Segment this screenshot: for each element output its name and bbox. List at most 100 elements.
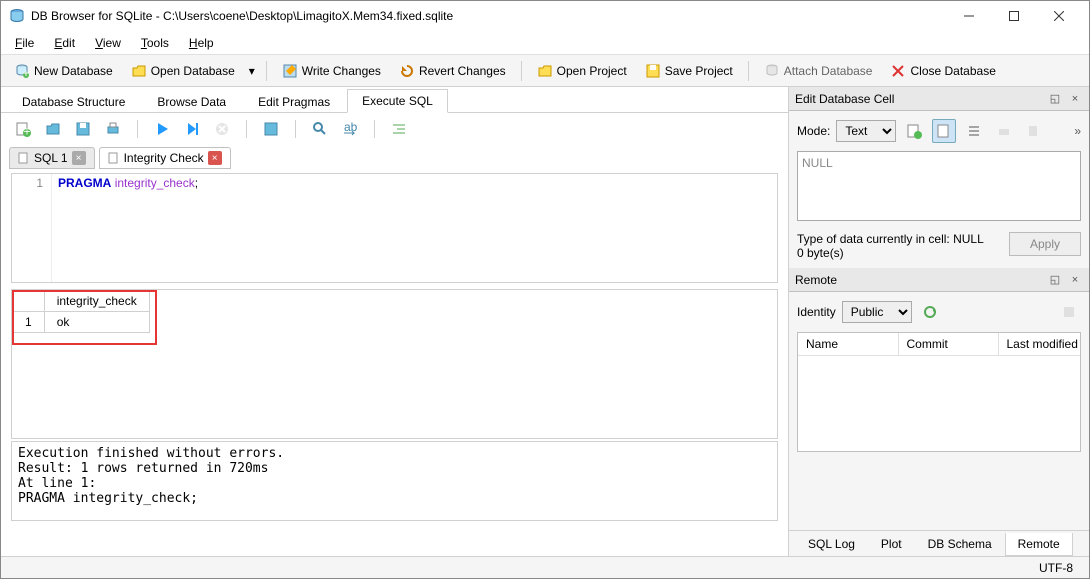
remote-title: Remote: [795, 273, 837, 287]
menu-view[interactable]: View: [85, 33, 131, 53]
execute-button[interactable]: [150, 117, 174, 141]
edit-cell-panel-header: Edit Database Cell ◱ ×: [789, 87, 1089, 111]
indent-button[interactable]: [387, 117, 411, 141]
tab-database-structure[interactable]: Database Structure: [7, 90, 140, 113]
encoding-label: UTF-8: [1039, 561, 1073, 575]
menu-file[interactable]: File: [5, 33, 44, 53]
undock-icon[interactable]: ◱: [1047, 272, 1063, 288]
result-grid[interactable]: integrity_check 1 ok: [11, 289, 778, 439]
stop-button[interactable]: [210, 117, 234, 141]
import-icon[interactable]: [902, 119, 926, 143]
attach-database-button[interactable]: Attach Database: [757, 59, 880, 83]
maximize-button[interactable]: [991, 2, 1036, 30]
new-database-button[interactable]: + New Database: [7, 59, 120, 83]
attach-database-label: Attach Database: [784, 64, 873, 78]
svg-text:ab: ab: [344, 121, 358, 134]
minimize-button[interactable]: [946, 2, 991, 30]
separator: [521, 61, 522, 81]
print-cell-icon[interactable]: [992, 119, 1016, 143]
menu-edit[interactable]: Edit: [44, 33, 85, 53]
new-sql-tab-button[interactable]: +: [11, 117, 35, 141]
mode-select[interactable]: Text: [836, 120, 896, 142]
close-tab-icon[interactable]: ×: [72, 151, 86, 165]
cell-value-textarea[interactable]: [797, 151, 1081, 221]
sql-editor[interactable]: 1 PRAGMA integrity_check;: [11, 173, 778, 283]
sql-tab-label: SQL 1: [34, 151, 68, 165]
tab-sql-log[interactable]: SQL Log: [795, 533, 868, 556]
open-database-dropdown[interactable]: ▾: [246, 64, 258, 78]
sql-tab-1[interactable]: SQL 1 ×: [9, 147, 95, 169]
save-project-button[interactable]: Save Project: [638, 59, 740, 83]
close-panel-icon[interactable]: ×: [1067, 272, 1083, 288]
tab-browse-data[interactable]: Browse Data: [142, 90, 241, 113]
title-bar: DB Browser for SQLite - C:\Users\coene\D…: [1, 1, 1089, 31]
close-tab-icon[interactable]: ×: [208, 151, 222, 165]
write-changes-button[interactable]: Write Changes: [275, 59, 388, 83]
remote-col-commit[interactable]: Commit: [898, 333, 998, 356]
apply-button[interactable]: Apply: [1009, 232, 1081, 256]
tab-plot[interactable]: Plot: [868, 533, 915, 556]
editor-gutter: 1: [12, 174, 52, 282]
tab-execute-sql[interactable]: Execute SQL: [347, 89, 448, 113]
result-cell[interactable]: ok: [44, 312, 149, 333]
sql-toolbar: + ab: [1, 113, 788, 145]
separator: [374, 120, 375, 138]
close-database-button[interactable]: Close Database: [883, 59, 1002, 83]
main-toolbar: + New Database Open Database ▾ Write Cha…: [1, 55, 1089, 87]
edit-cell-title: Edit Database Cell: [795, 92, 894, 106]
remote-col-name[interactable]: Name: [798, 333, 898, 356]
result-corner: [13, 291, 45, 312]
sql-tab-integrity[interactable]: Integrity Check ×: [99, 147, 231, 169]
file-icon: [18, 152, 30, 164]
remote-table[interactable]: Name Commit Last modified: [797, 332, 1081, 452]
svg-text:+: +: [23, 125, 30, 138]
close-button[interactable]: [1036, 2, 1081, 30]
write-changes-label: Write Changes: [302, 64, 381, 78]
close-panel-icon[interactable]: ×: [1067, 91, 1083, 107]
save-results-button[interactable]: [259, 117, 283, 141]
open-sql-button[interactable]: [41, 117, 65, 141]
new-database-label: New Database: [34, 64, 113, 78]
open-project-button[interactable]: Open Project: [530, 59, 634, 83]
find-replace-button[interactable]: ab: [338, 117, 362, 141]
more-icon[interactable]: »: [1074, 124, 1081, 138]
separator: [748, 61, 749, 81]
copy-cell-icon[interactable]: [1022, 119, 1046, 143]
revert-changes-button[interactable]: Revert Changes: [392, 59, 513, 83]
push-remote-icon[interactable]: [1057, 300, 1081, 324]
refresh-remote-icon[interactable]: [918, 300, 942, 324]
identity-label: Identity: [797, 305, 836, 319]
file-icon: [108, 152, 120, 164]
table-row[interactable]: 1 ok: [13, 312, 150, 333]
execute-line-button[interactable]: [180, 117, 204, 141]
menu-bar: File Edit View Tools Help: [1, 31, 1089, 55]
open-database-button[interactable]: Open Database: [124, 59, 242, 83]
save-project-label: Save Project: [665, 64, 733, 78]
save-project-icon: [645, 63, 661, 79]
undock-icon[interactable]: ◱: [1047, 91, 1063, 107]
editor-content[interactable]: PRAGMA integrity_check;: [52, 174, 777, 282]
result-header[interactable]: integrity_check: [44, 291, 149, 312]
identity-select[interactable]: Public: [842, 301, 912, 323]
tab-remote[interactable]: Remote: [1005, 533, 1073, 556]
export-icon[interactable]: [932, 119, 956, 143]
sql-keyword: PRAGMA: [58, 176, 111, 190]
bottom-tabs: SQL Log Plot DB Schema Remote: [789, 530, 1089, 556]
print-button[interactable]: [101, 117, 125, 141]
main-tabs: Database Structure Browse Data Edit Prag…: [1, 87, 788, 113]
menu-tools[interactable]: Tools: [131, 33, 179, 53]
save-sql-button[interactable]: [71, 117, 95, 141]
separator: [246, 120, 247, 138]
null-icon[interactable]: [962, 119, 986, 143]
menu-help[interactable]: Help: [179, 33, 224, 53]
remote-panel-header: Remote ◱ ×: [789, 268, 1089, 292]
write-changes-icon: [282, 63, 298, 79]
find-button[interactable]: [308, 117, 332, 141]
remote-col-last-modified[interactable]: Last modified: [998, 333, 1081, 356]
execution-log[interactable]: Execution finished without errors. Resul…: [11, 441, 778, 521]
tab-db-schema[interactable]: DB Schema: [915, 533, 1005, 556]
cell-size-info: 0 byte(s): [797, 246, 984, 260]
mode-label: Mode:: [797, 124, 830, 138]
tab-edit-pragmas[interactable]: Edit Pragmas: [243, 90, 345, 113]
revert-changes-icon: [399, 63, 415, 79]
